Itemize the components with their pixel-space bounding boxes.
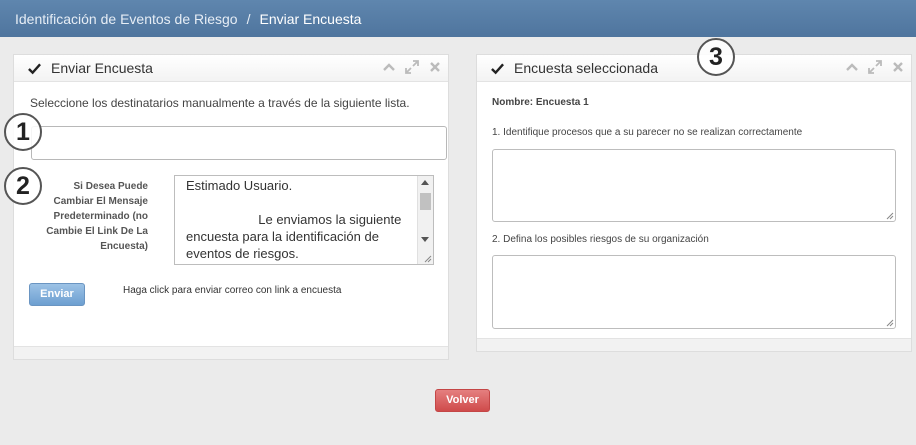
scroll-up-icon[interactable] xyxy=(421,180,429,185)
question-label: 2. Defina los posibles riesgos de su org… xyxy=(492,234,709,245)
message-textarea[interactable]: Estimado Usuario. Le enviamos la siguien… xyxy=(174,175,434,265)
annotation-marker: 1 xyxy=(4,113,42,151)
fullscreen-icon[interactable] xyxy=(868,60,882,74)
question-answer-field[interactable] xyxy=(492,149,896,222)
breadcrumb-parent-link[interactable]: Identificación de Eventos de Riesgo xyxy=(15,11,238,27)
question-label: 1. Identifique procesos que a su parecer… xyxy=(492,127,803,138)
close-icon[interactable] xyxy=(428,60,442,74)
annotation-marker: 2 xyxy=(4,167,42,205)
panel-footer xyxy=(14,346,448,359)
breadcrumb-current: Enviar Encuesta xyxy=(259,10,362,27)
send-survey-panel: Enviar Encuesta Seleccione los destinata… xyxy=(13,54,449,360)
back-button[interactable]: Volver xyxy=(435,389,490,412)
message-label: Si Desea Puede Cambiar El Mensaje Predet… xyxy=(46,181,148,252)
check-icon xyxy=(491,63,504,74)
scroll-down-icon[interactable] xyxy=(421,237,429,242)
send-help-text: Haga click para enviar correo con link a… xyxy=(123,285,342,296)
resize-handle-icon[interactable] xyxy=(424,255,432,263)
scroll-thumb[interactable] xyxy=(420,193,431,210)
survey-name: Nombre: Encuesta 1 xyxy=(492,97,589,108)
panel-footer xyxy=(477,338,911,351)
question-answer-field[interactable] xyxy=(492,255,896,329)
collapse-icon[interactable] xyxy=(382,60,396,74)
annotation-marker: 3 xyxy=(697,38,735,76)
recipients-select[interactable] xyxy=(31,126,447,160)
message-text[interactable]: Estimado Usuario. Le enviamos la siguien… xyxy=(175,176,433,262)
check-icon xyxy=(28,63,41,74)
message-scrollbar[interactable] xyxy=(417,176,433,264)
fullscreen-icon[interactable] xyxy=(405,60,419,74)
resize-handle-icon[interactable] xyxy=(886,212,894,220)
close-icon[interactable] xyxy=(891,60,905,74)
panel-header: Encuesta seleccionada xyxy=(477,55,911,82)
recipients-description: Seleccione los destinatarios manualmente… xyxy=(30,96,410,110)
collapse-icon[interactable] xyxy=(845,60,859,74)
breadcrumb: Identificación de Eventos de Riesgo / En… xyxy=(0,0,916,37)
panel-title: Encuesta seleccionada xyxy=(514,60,658,76)
panel-title: Enviar Encuesta xyxy=(51,60,153,76)
panel-header: Enviar Encuesta xyxy=(14,55,448,82)
send-button[interactable]: Enviar xyxy=(29,283,85,306)
selected-survey-panel: Encuesta seleccionada Nombre: Encuesta 1… xyxy=(476,54,912,352)
resize-handle-icon[interactable] xyxy=(886,319,894,327)
breadcrumb-separator: / xyxy=(246,10,251,27)
